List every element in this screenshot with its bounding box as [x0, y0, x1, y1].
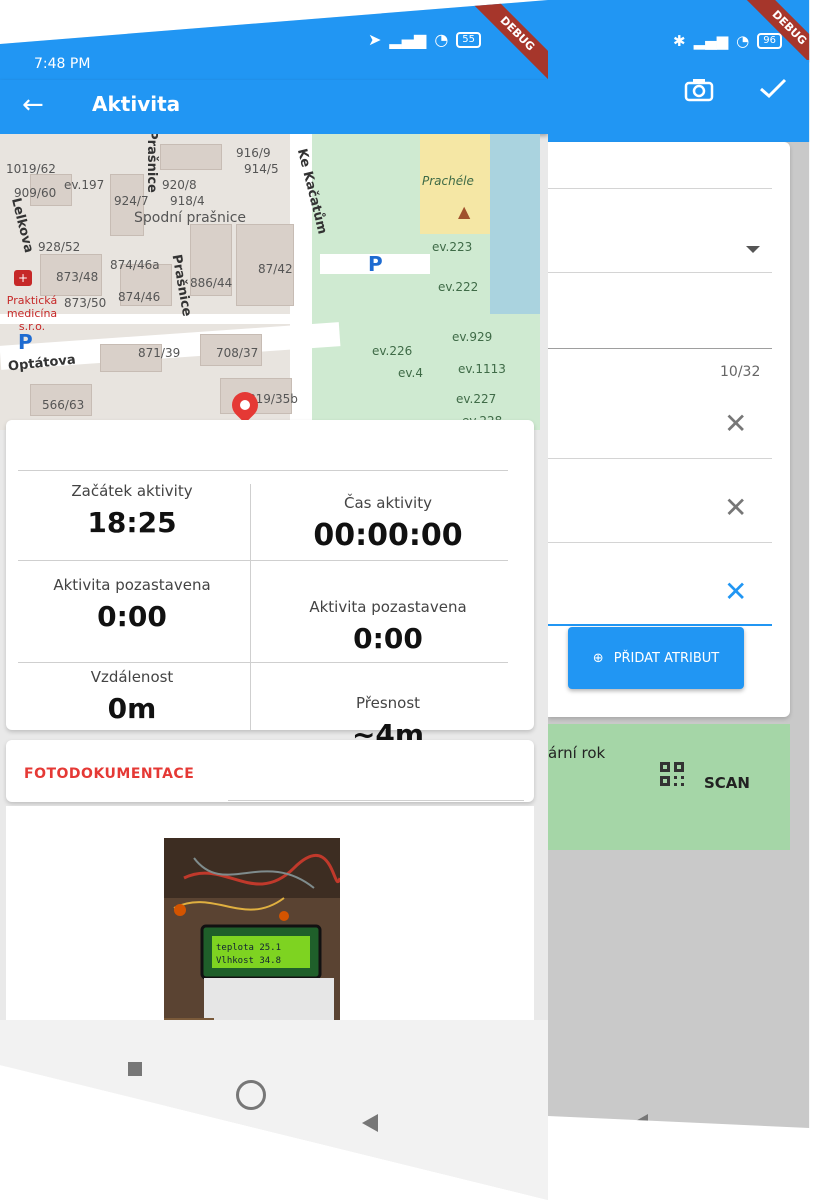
stat-value: 0:00 — [97, 600, 167, 633]
battery-icon: 55 — [456, 31, 482, 48]
map-place-label: Spodní prašnice — [134, 210, 247, 226]
stat-label: Čas aktivity — [344, 494, 432, 512]
stat-label: Začátek aktivity — [71, 482, 193, 500]
signal-icon: ▂▄▆ — [389, 30, 427, 49]
campfire-icon: ▲ — [458, 202, 471, 221]
dropdown-arrow-icon[interactable] — [746, 246, 760, 253]
clear-icon[interactable]: ✕ — [724, 494, 747, 522]
back-arrow-icon[interactable]: ← — [22, 92, 44, 118]
stat-label: Přesnost — [355, 694, 421, 712]
location-arrow-icon: ➤ — [368, 30, 382, 49]
add-attribute-button[interactable]: ⊕ PŘIDAT ATRIBUT — [568, 627, 744, 689]
map-number: 918/4 — [170, 194, 205, 208]
system-nav-bar — [0, 1020, 548, 1200]
text-field-underline — [548, 348, 772, 349]
map-number: 871/39 — [138, 346, 181, 360]
map-number: ev.227 — [456, 392, 497, 406]
map-street-label: Prašnice — [143, 134, 159, 193]
map-number: ev.223 — [432, 240, 473, 254]
app-bar — [0, 80, 548, 134]
back-phone-screen: ✱ ▂▄▆ ◔ 96 DEBUG 10/32 ✕ ✕ ✕ ⊕ PŘIDAT AT… — [548, 0, 810, 1128]
char-counter: 10/32 — [720, 364, 761, 380]
map-number: 928/52 — [38, 240, 81, 254]
nav-recents-icon[interactable] — [128, 1062, 142, 1076]
stat-value: 18:25 — [87, 506, 177, 539]
signal-icon: ▂▄▆ — [693, 32, 729, 50]
battery-icon: 96 — [757, 33, 782, 49]
stat-label: Aktivita pozastavena — [309, 598, 467, 616]
map-number: 873/50 — [64, 296, 107, 310]
map-number: ev.222 — [438, 280, 479, 294]
clear-icon[interactable]: ✕ — [724, 410, 747, 438]
camera-icon[interactable] — [684, 78, 714, 102]
map-number: ev.226 — [372, 344, 413, 358]
map-number: 566/63 — [42, 398, 85, 412]
active-field-underline — [548, 624, 772, 626]
photo-section-title: FOTODOKUMENTACE — [24, 766, 195, 782]
map-number: 87/42 — [258, 262, 293, 276]
svg-text:teplota 25.1: teplota 25.1 — [216, 943, 281, 953]
map-place-label: Praktická medicína s.r.o. — [6, 294, 58, 333]
stat-label: Vzdálenost — [90, 668, 174, 686]
stat-label: Aktivita pozastavena — [53, 576, 211, 594]
map-number: 874/46a — [110, 258, 160, 272]
qr-code-icon[interactable] — [660, 762, 684, 786]
clear-icon[interactable]: ✕ — [724, 578, 747, 606]
medical-icon: + — [14, 270, 32, 286]
stat-start-time: Začátek aktivity 18:25 — [0, 482, 264, 586]
back-status-icons: ✱ ▂▄▆ ◔ 96 — [673, 32, 782, 50]
map-view[interactable]: 916/9 914/5 1019/62 909/60 ev.197 924/7 … — [0, 134, 540, 430]
field-divider — [548, 458, 772, 459]
field-divider — [548, 188, 772, 189]
stat-value: 0m — [107, 692, 157, 725]
map-number: 924/7 — [114, 194, 149, 208]
parking-icon: P — [368, 252, 383, 276]
stat-paused: Aktivita pozastavena 0:00 — [0, 576, 264, 680]
stat-value: 0:00 — [353, 622, 423, 655]
stat-value: 00:00:00 — [313, 518, 463, 553]
map-number: 708/37 — [216, 346, 259, 360]
map-number: ev.4 — [398, 366, 424, 380]
map-number: 873/48 — [56, 270, 99, 284]
check-icon[interactable] — [758, 76, 788, 104]
stat-paused-2: Aktivita pozastavena 0:00 — [256, 598, 520, 702]
nav-back-icon[interactable] — [362, 1114, 378, 1132]
map-number: 914/5 — [244, 162, 279, 176]
map-number: ev.197 — [64, 178, 105, 192]
scan-card-text: ární rok — [548, 744, 606, 762]
wifi-icon: ◔ — [736, 32, 750, 50]
parking-icon: P — [18, 330, 33, 354]
add-attribute-label: PŘIDAT ATRIBUT — [613, 650, 720, 666]
map-number: ev.929 — [452, 330, 493, 344]
svg-text:Vlhkost 34.8: Vlhkost 34.8 — [216, 956, 281, 966]
map-water-area — [490, 134, 540, 314]
map-number: 1019/62 — [6, 162, 56, 176]
nav-back-icon[interactable] — [632, 1114, 648, 1128]
map-place-label: Prachéle — [422, 174, 474, 188]
field-divider — [548, 272, 772, 273]
front-phone-screen: 7:48 PM ➤ ▂▄▆ ◔ 55 DEBUG ← Aktivita 916/… — [0, 0, 548, 1200]
page-title: Aktivita — [92, 92, 181, 116]
grid-divider — [18, 470, 508, 471]
bluetooth-icon: ✱ — [672, 32, 686, 50]
map-number: ev.1113 — [458, 362, 506, 376]
scan-button[interactable]: SCAN — [704, 774, 750, 792]
map-number: 920/8 — [162, 178, 197, 192]
stat-activity-time: Čas aktivity 00:00:00 — [256, 494, 520, 598]
section-divider — [228, 800, 524, 801]
front-status-icons: ➤ ▂▄▆ ◔ 55 — [368, 30, 482, 49]
nav-home-icon[interactable] — [236, 1080, 266, 1110]
wifi-icon: ◔ — [434, 30, 449, 49]
map-number: 916/9 — [236, 146, 271, 160]
scan-card: ární rok SCAN — [548, 724, 790, 850]
map-number: 886/44 — [190, 276, 233, 290]
map-building — [160, 144, 222, 170]
map-number: 874/46 — [118, 290, 161, 304]
add-circle-icon: ⊕ — [592, 650, 604, 666]
back-app-bar — [548, 60, 810, 142]
field-divider — [548, 542, 772, 543]
status-time: 7:48 PM — [34, 56, 91, 72]
